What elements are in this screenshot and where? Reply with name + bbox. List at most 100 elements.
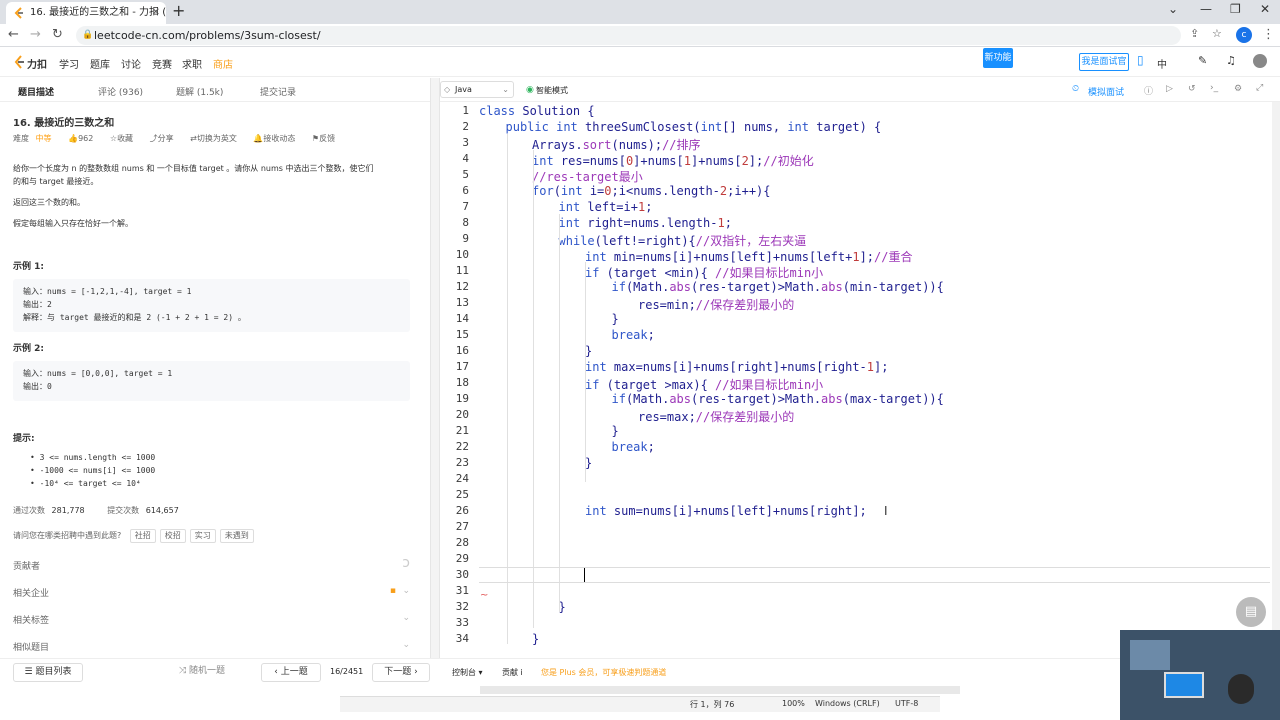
notes-fab-icon[interactable]: ▤ — [1236, 597, 1266, 627]
maximize-icon[interactable]: ❐ — [1230, 2, 1241, 16]
nav-contest[interactable]: 竞赛 — [152, 56, 172, 71]
notify-icon[interactable]: 🔔 — [253, 134, 263, 143]
code-line[interactable]: } — [532, 632, 539, 646]
code-line[interactable]: } — [612, 312, 619, 326]
console-toggle[interactable]: 控制台 ▾ — [452, 667, 483, 678]
settings-icon[interactable]: ⚙ — [1234, 84, 1242, 94]
reload-icon[interactable]: ↻ — [52, 27, 63, 42]
code-line[interactable]: break; — [612, 440, 655, 454]
language-switch[interactable]: 中 — [1157, 56, 1167, 71]
share-label[interactable]: 分享 — [158, 134, 174, 143]
nav-problems[interactable]: 题库 — [90, 56, 110, 71]
share-link-icon[interactable]: ⤴ — [150, 134, 158, 143]
code-line[interactable]: if(Math.abs(res-target)>Math.abs(max-tar… — [612, 392, 944, 406]
line-ending[interactable]: Windows (CRLF) — [815, 699, 880, 708]
section-companies[interactable]: 相关企业 ⌄ ▪ — [13, 586, 410, 599]
random-button[interactable]: ⤨ 随机一题 — [172, 663, 232, 682]
tab-comments[interactable]: 评论 (936) — [98, 85, 143, 98]
code-line[interactable]: while(left!=right){//双指针，左右夹逼 — [559, 232, 807, 249]
feedback-label[interactable]: 反馈 — [319, 134, 335, 143]
forward-icon[interactable]: → — [30, 27, 41, 42]
smart-mode-toggle[interactable]: 智能模式 — [536, 85, 568, 96]
next-button[interactable]: 下一题 › — [372, 663, 430, 682]
profile-avatar[interactable]: c — [1236, 27, 1252, 43]
section-contributors[interactable]: 贡献者 ↄ — [13, 555, 410, 572]
code-line[interactable]: int sum=nums[i]+nums[left]+nums[right]; — [585, 504, 867, 518]
code-line[interactable]: Arrays.sort(nums);//排序 — [532, 136, 701, 153]
like-icon[interactable]: 👍 — [68, 134, 78, 143]
tag-never[interactable]: 未遇到 — [219, 529, 254, 543]
tab-solutions[interactable]: 题解 (1.5k) — [176, 85, 223, 98]
info-icon[interactable]: ⓘ — [1144, 84, 1153, 97]
leetcode-logo-icon[interactable] — [13, 55, 25, 69]
notes-icon[interactable]: ✎ — [1198, 54, 1207, 67]
close-window-icon[interactable]: ✕ — [1260, 2, 1270, 16]
code-line[interactable]: if(Math.abs(res-target)>Math.abs(min-tar… — [612, 280, 944, 294]
reset-icon[interactable]: ↺ — [1188, 84, 1196, 94]
cursor-position[interactable]: 行 1，列 76 — [690, 699, 734, 710]
tag-campus[interactable]: 校招 — [159, 529, 186, 543]
tab-search-icon[interactable]: ⌄ — [1168, 2, 1178, 16]
code-line[interactable]: //res-target最小 — [532, 168, 643, 185]
switch-en-label[interactable]: 切换为英文 — [197, 134, 237, 143]
language-select[interactable]: ◇ Java ⌄ — [440, 81, 514, 98]
code-line[interactable]: int min=nums[i]+nums[left]+nums[left+1];… — [585, 248, 912, 265]
terminal-icon[interactable]: ›_ — [1210, 83, 1218, 93]
mock-interview-button[interactable]: 模拟面试 — [1088, 85, 1124, 98]
code-line[interactable]: } — [585, 456, 592, 470]
contribute-link[interactable]: 贡献 i — [502, 667, 523, 678]
interviewer-button[interactable]: 我是面试官 — [1079, 53, 1129, 71]
nav-jobs[interactable]: 求职 — [182, 56, 202, 71]
tab-submissions[interactable]: 提交记录 — [260, 85, 296, 98]
run-icon[interactable]: ▷ — [1166, 84, 1173, 94]
minimize-icon[interactable]: — — [1200, 2, 1212, 16]
code-line[interactable]: int res=nums[0]+nums[1]+nums[2];//初始化 — [532, 152, 814, 169]
notify-label[interactable]: 接收动态 — [263, 134, 295, 143]
new-tab-icon[interactable]: + — [172, 1, 185, 20]
code-line[interactable]: class Solution { — [479, 104, 595, 118]
tab-close-icon[interactable]: ✕ — [152, 2, 160, 24]
star-icon[interactable]: ☆ — [110, 134, 117, 143]
code-line[interactable]: int right=nums.length-1; — [559, 216, 732, 230]
tag-intern[interactable]: 实习 — [189, 529, 216, 543]
code-line[interactable]: break; — [612, 328, 655, 342]
code-line[interactable]: for(int i=0;i<nums.length-2;i++){ — [532, 184, 771, 198]
section-similar[interactable]: 相似题目 ⌄ — [13, 640, 410, 653]
back-icon[interactable]: ← — [8, 27, 19, 42]
code-line[interactable]: if (target <min){ //如果目标比min小 — [585, 264, 823, 281]
code-line[interactable]: int left=i+1; — [559, 200, 653, 214]
prev-button[interactable]: ‹ 上一题 — [261, 663, 321, 682]
code-line[interactable]: } — [585, 344, 592, 358]
nav-discuss[interactable]: 讨论 — [121, 56, 141, 71]
translate-icon[interactable]: ⇄ — [190, 134, 197, 143]
code-line[interactable]: if (target >max){ //如果目标比min小 — [585, 376, 823, 393]
browser-menu-icon[interactable]: ⋮ — [1262, 27, 1275, 42]
phone-icon[interactable]: ▯ — [1137, 53, 1144, 67]
code-editor[interactable]: 1 class Solution {2 public int threeSumClo… — [440, 102, 1272, 686]
new-feature-badge[interactable]: 新功能 — [983, 48, 1013, 68]
zoom-level[interactable]: 100% — [782, 699, 805, 708]
code-line[interactable]: } — [612, 424, 619, 438]
url-field[interactable]: 🔒 leetcode-cn.com/problems/3sum-closest/ — [76, 26, 1181, 45]
notification-bell-icon[interactable]: ♫ — [1226, 54, 1236, 67]
site-logo-text[interactable]: 力扣 — [27, 56, 47, 71]
fullscreen-icon[interactable]: ⤢ — [1256, 83, 1263, 93]
share-icon[interactable]: ⇪ — [1190, 27, 1199, 40]
tag-social[interactable]: 社招 — [129, 529, 156, 543]
code-line[interactable]: int max=nums[i]+nums[right]+nums[right-1… — [585, 360, 888, 374]
encoding[interactable]: UTF-8 — [895, 699, 918, 708]
problem-list-button[interactable]: ☰ 题目列表 — [13, 663, 83, 682]
section-tags[interactable]: 相关标签 ⌄ — [13, 613, 410, 626]
code-line[interactable]: res=min;//保存差别最小的 — [638, 296, 794, 313]
browser-tab[interactable]: 16. 最接近的三数之和 - 力扣 (L ✕ — [6, 2, 166, 24]
nav-store[interactable]: 商店 — [213, 56, 233, 71]
tab-description[interactable]: 题目描述 — [18, 85, 54, 98]
panel-resize-handle[interactable] — [430, 78, 440, 658]
user-avatar[interactable] — [1253, 54, 1267, 68]
collect-label[interactable]: 收藏 — [117, 134, 133, 143]
editor-horizontal-scrollbar[interactable] — [480, 686, 960, 694]
nav-learn[interactable]: 学习 — [59, 56, 79, 71]
editor-vertical-scrollbar[interactable] — [1272, 102, 1280, 662]
code-line[interactable]: res=max;//保存差别最小的 — [638, 408, 794, 425]
code-line[interactable]: public int threeSumClosest(int[] nums, i… — [506, 120, 882, 134]
